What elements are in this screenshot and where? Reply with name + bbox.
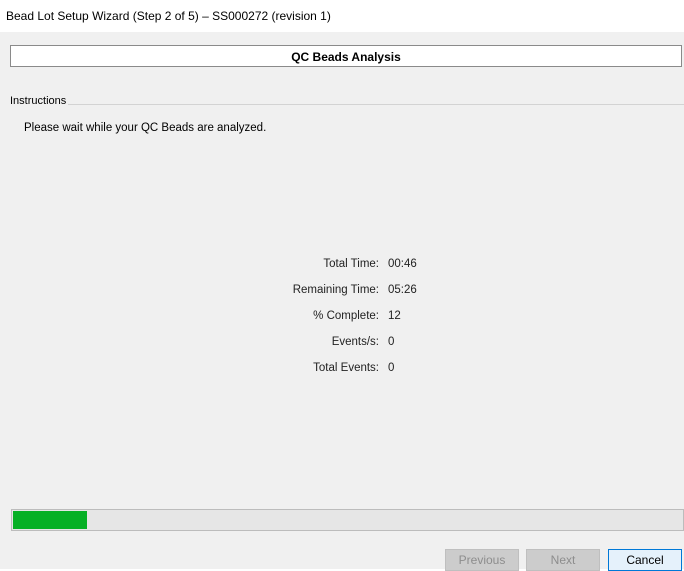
stat-total-events: Total Events: 0 — [270, 362, 470, 388]
analysis-stats: Total Time: 00:46 Remaining Time: 05:26 … — [270, 258, 470, 388]
next-button[interactable]: Next — [526, 549, 600, 571]
cancel-button[interactable]: Cancel — [608, 549, 682, 571]
stat-value: 12 — [388, 310, 401, 322]
stat-label: Events/s: — [331, 336, 379, 348]
stat-label: % Complete: — [313, 310, 379, 322]
wizard-window: Bead Lot Setup Wizard (Step 2 of 5) – SS… — [0, 0, 684, 571]
progress-fill — [13, 511, 87, 529]
previous-button[interactable]: Previous — [445, 549, 519, 571]
progress-bar — [11, 509, 684, 531]
stat-label: Remaining Time: — [292, 284, 379, 296]
stat-label: Total Events: — [313, 362, 379, 374]
instructions-text: Please wait while your QC Beads are anal… — [24, 122, 267, 134]
stat-total-time: Total Time: 00:46 — [270, 258, 470, 284]
stat-remaining-time: Remaining Time: 05:26 — [270, 284, 470, 310]
stat-value: 0 — [388, 362, 395, 374]
instructions-legend: Instructions — [8, 95, 69, 107]
stat-value: 05:26 — [388, 284, 417, 296]
window-title: Bead Lot Setup Wizard (Step 2 of 5) – SS… — [6, 9, 331, 23]
stat-value: 0 — [388, 336, 395, 348]
stat-events-per-second: Events/s: 0 — [270, 336, 470, 362]
stat-value: 00:46 — [388, 258, 417, 270]
step-title: QC Beads Analysis — [291, 50, 401, 64]
title-bar: Bead Lot Setup Wizard (Step 2 of 5) – SS… — [0, 0, 684, 32]
step-header: QC Beads Analysis — [10, 45, 682, 67]
stat-percent-complete: % Complete: 12 — [270, 310, 470, 336]
stat-label: Total Time: — [323, 258, 379, 270]
